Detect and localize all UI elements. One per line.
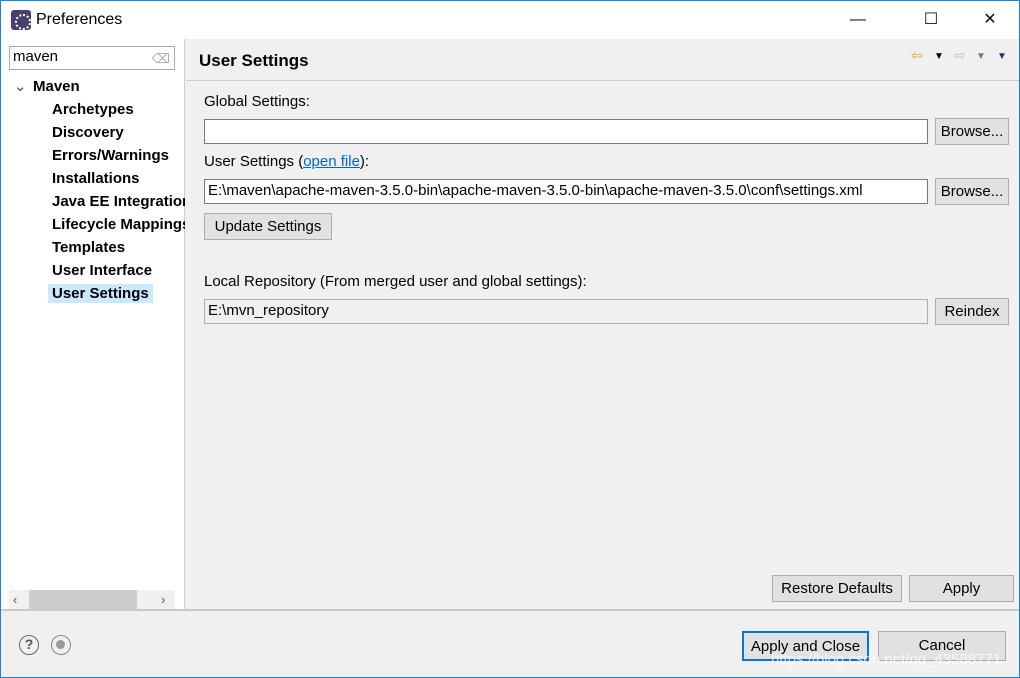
tree-item-archetypes[interactable]: Archetypes	[1, 98, 185, 121]
view-menu-icon[interactable]: ▼	[997, 51, 1007, 62]
clear-filter-icon[interactable]: ⌫	[152, 51, 170, 67]
user-settings-input[interactable]: E:\maven\apache-maven-3.5.0-bin\apache-m…	[204, 179, 928, 204]
help-icon[interactable]: ?	[19, 635, 39, 655]
user-browse-button[interactable]: Browse...	[935, 178, 1009, 205]
forward-menu-icon[interactable]: ▼	[976, 51, 986, 62]
chevron-down-icon[interactable]: ⌄	[14, 75, 27, 98]
user-settings-label: User Settings (open file):	[204, 153, 370, 170]
window-title: Preferences	[36, 11, 123, 28]
scroll-left-icon[interactable]: ‹	[13, 590, 17, 609]
tree-item-discovery[interactable]: Discovery	[1, 121, 185, 144]
filter-input[interactable]: ⌫	[9, 46, 175, 70]
local-repository-field: E:\mvn_repository	[204, 299, 928, 324]
global-settings-label: Global Settings:	[204, 93, 310, 110]
open-file-link[interactable]: open file	[303, 153, 360, 170]
scroll-right-icon[interactable]: ›	[161, 590, 165, 609]
tree-item-user-settings[interactable]: User Settings	[1, 282, 185, 305]
back-menu-icon[interactable]: ▼	[934, 51, 944, 62]
scrollbar-thumb[interactable]	[29, 590, 137, 609]
close-button[interactable]: ✕	[967, 1, 1013, 39]
preferences-window: Preferences — ☐ ✕ ⌫ ⌄Maven Archetypes Di…	[0, 0, 1020, 678]
local-repository-label: Local Repository (From merged user and g…	[204, 273, 587, 290]
update-settings-button[interactable]: Update Settings	[204, 213, 332, 240]
forward-arrow-icon[interactable]: ⇨	[954, 47, 966, 64]
page-title: User Settings	[199, 51, 309, 70]
watermark: https://blog.csdn.net/qq_43588771	[771, 651, 1002, 668]
back-arrow-icon[interactable]: ⇦	[911, 47, 923, 64]
tree-item-installations[interactable]: Installations	[1, 167, 185, 190]
global-settings-input[interactable]	[204, 119, 928, 144]
sidebar: ⌫ ⌄Maven Archetypes Discovery Errors/War…	[1, 39, 185, 609]
apply-button[interactable]: Apply	[909, 575, 1014, 602]
minimize-button[interactable]: —	[835, 1, 881, 39]
tree-item-templates[interactable]: Templates	[1, 236, 185, 259]
tree-item-java-ee-integration[interactable]: Java EE Integration	[1, 190, 185, 213]
horizontal-scrollbar[interactable]: ‹ ›	[9, 590, 175, 609]
restore-defaults-button[interactable]: Restore Defaults	[772, 575, 902, 602]
tree-item-lifecycle-mappings[interactable]: Lifecycle Mappings	[1, 213, 185, 236]
global-browse-button[interactable]: Browse...	[935, 118, 1009, 145]
reindex-button[interactable]: Reindex	[935, 298, 1009, 325]
settings-page: User Settings ⇦ ▼ ⇨ ▼ ▼ Global Settings:…	[186, 39, 1019, 609]
maximize-button[interactable]: ☐	[908, 1, 954, 39]
tree-item-user-interface[interactable]: User Interface	[1, 259, 185, 282]
header-divider	[186, 80, 1019, 81]
preference-tree: ⌄ Maven Archetypes Discovery Errors/Warni…	[1, 75, 185, 305]
tree-item-maven[interactable]: ⌄ Maven	[1, 75, 185, 98]
tree-item-errors-warnings[interactable]: Errors/Warnings	[1, 144, 185, 167]
filter-text[interactable]	[13, 48, 143, 65]
eclipse-icon	[11, 10, 31, 30]
title-bar: Preferences — ☐ ✕	[1, 1, 1019, 39]
record-icon[interactable]	[51, 635, 71, 655]
dialog-footer: ? Apply and Close Cancel https://blog.cs…	[1, 609, 1019, 677]
